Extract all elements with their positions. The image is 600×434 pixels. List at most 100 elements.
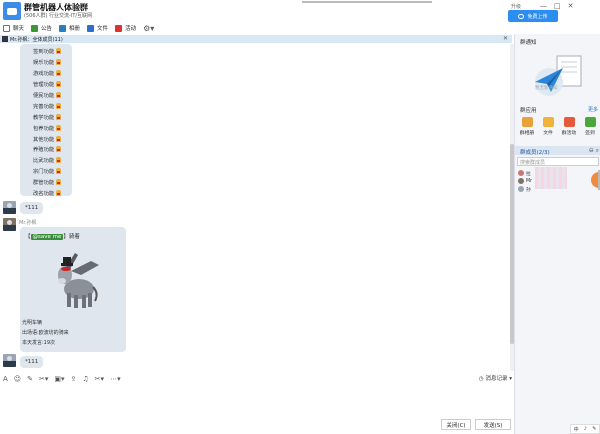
scissors-icon[interactable]: ✂▾ xyxy=(95,375,104,383)
tab-announce[interactable]: 公告 xyxy=(31,24,52,32)
list-item: 完善功能 xyxy=(33,100,68,111)
edit-icon[interactable] xyxy=(80,3,85,9)
emoji-icon xyxy=(56,92,62,98)
folder-icon xyxy=(87,24,95,32)
emoji-icon xyxy=(56,113,62,120)
avatar xyxy=(518,186,524,192)
emoji-icon xyxy=(56,168,62,175)
emoji-icon xyxy=(56,124,62,131)
message-input[interactable] xyxy=(0,386,512,416)
list-item: 其他功能 xyxy=(33,133,68,144)
list-item: 签到功能 xyxy=(33,46,68,57)
upgrade-menu[interactable]: 升级 xyxy=(511,3,521,10)
card-line-quote: 出场语:欧波坊的骑来 xyxy=(22,330,69,336)
avatar xyxy=(2,36,8,42)
more-icon[interactable]: ⋯▾ xyxy=(110,375,121,383)
window-tab-strip xyxy=(302,0,432,3)
screenshot-icon[interactable]: ✂▾ xyxy=(39,375,48,383)
list-item: 管理功能 xyxy=(33,79,68,90)
message-bubble: *111 xyxy=(20,202,44,214)
card-line-name: 光明车辆 xyxy=(22,320,43,326)
input-toolbar: A ☺ ✎ ✂▾ ▣▾ ⇪ ♫ ✂▾ ⋯▾ ◷ 消息记录 ▾ xyxy=(0,373,512,385)
blurred-member-names xyxy=(535,167,567,189)
window-controls: —□✕ xyxy=(540,2,581,10)
checkin-icon xyxy=(584,117,596,127)
pinned-notice[interactable]: Mr.孙枫：全体成员(11) ✕ xyxy=(0,35,512,43)
chat-messages[interactable]: 签到功能 娱乐功能 游戏功能 管理功能 便民功能 完善功能 教学功能 包养功能 … xyxy=(0,44,510,371)
sender-name[interactable]: Mr.孙枫 xyxy=(19,219,37,226)
title-bar: 群管机器人体验群 (506人群) 行业交流-IT/互联网 升级 —□✕ 免费上传 xyxy=(0,0,600,22)
font-icon[interactable]: A xyxy=(3,375,8,383)
activity-icon xyxy=(563,117,575,127)
mount-card-bubble: 【@save me 】骑着 光明车辆 出场语:欧波坊的骑来 本天发言:19次 xyxy=(20,227,126,352)
avatar[interactable] xyxy=(3,201,16,214)
member-search-input[interactable]: 搜索群成员 xyxy=(517,157,599,166)
app-checkin[interactable]: 签到 xyxy=(580,117,600,136)
mention-tag[interactable]: @save me xyxy=(30,234,64,240)
emoji-icon xyxy=(56,59,62,66)
announce-icon xyxy=(31,24,39,32)
flag-icon xyxy=(115,24,123,32)
tab-chat[interactable]: 聊天 xyxy=(3,24,24,32)
group-subtitle: (506人群) 行业交流-IT/互联网 xyxy=(24,13,93,19)
emoji-icon xyxy=(56,70,62,77)
cloud-icon xyxy=(518,13,525,19)
group-avatar[interactable] xyxy=(3,2,21,20)
list-item: 教学功能 xyxy=(33,111,68,122)
search-icon[interactable]: ⊖ ⌕ xyxy=(589,147,599,155)
emoji-icon xyxy=(56,102,62,109)
folder-icon xyxy=(542,117,554,127)
close-icon[interactable]: ✕ xyxy=(568,2,581,10)
tab-album[interactable]: 相册 xyxy=(59,24,80,32)
apps-panel-title: 群应用 xyxy=(520,108,537,114)
emoji-icon xyxy=(56,157,62,164)
tab-files[interactable]: 文件 xyxy=(87,24,108,32)
minimize-icon[interactable]: — xyxy=(540,2,554,10)
notice-empty-text: 暂无新通知 xyxy=(535,86,558,91)
magic-wand-icon[interactable]: ✎ xyxy=(27,375,33,383)
app-album[interactable]: 群相册 xyxy=(517,117,537,136)
album-icon xyxy=(59,24,67,32)
close-icon[interactable]: ✕ xyxy=(503,35,508,42)
history-button[interactable]: ◷ 消息记录 ▾ xyxy=(479,374,512,382)
chat-icon xyxy=(3,24,10,32)
group-toolbar: 聊天 公告 相册 文件 活动 ⚙▾ xyxy=(0,22,510,34)
avatar[interactable] xyxy=(3,354,16,367)
avatar[interactable] xyxy=(3,218,16,231)
upload-icon[interactable]: ⇪ xyxy=(71,375,77,383)
avatar xyxy=(518,170,524,176)
gear-icon[interactable]: ⚙▾ xyxy=(143,24,154,33)
paper-plane-icon xyxy=(535,55,582,96)
send-button[interactable]: 发送(S) xyxy=(475,419,511,430)
close-button[interactable]: 关闭(C) xyxy=(441,419,471,430)
emoji-icon xyxy=(56,190,62,197)
member-row[interactable]: 孙 xyxy=(518,185,531,193)
list-item: 游戏功能 xyxy=(33,68,68,79)
avatar xyxy=(518,178,524,184)
notice-panel-title: 群通知 xyxy=(520,40,537,46)
apps-more-link[interactable]: 更多 xyxy=(588,106,598,113)
menu-message-bubble: 签到功能 娱乐功能 游戏功能 管理功能 便民功能 完善功能 教学功能 包养功能 … xyxy=(20,44,72,197)
upload-button[interactable]: 免费上传 xyxy=(508,10,558,22)
card-line-count: 本天发言:19次 xyxy=(22,340,56,346)
tab-activity[interactable]: 活动 xyxy=(115,24,136,32)
app-activity[interactable]: 群活动 xyxy=(559,117,579,136)
donkey-image xyxy=(58,253,99,308)
list-item: 比武功能 xyxy=(33,155,68,166)
ime-status-bar[interactable]: 中 ♪ ✎ xyxy=(570,424,600,434)
emoji-icon xyxy=(56,81,62,88)
app-files[interactable]: 文件 xyxy=(538,117,558,136)
list-item: 群管功能 xyxy=(33,177,68,188)
emoji-icon[interactable]: ☺ xyxy=(14,375,21,383)
member-row[interactable]: Mr xyxy=(518,177,532,185)
music-icon[interactable]: ♫ xyxy=(82,375,88,383)
right-sidebar: 群通知 暂无新通知 群应用 更多 群相册 文件 群活动 签到 群成员(2/3) ⊖… xyxy=(514,34,600,434)
album-icon xyxy=(521,117,533,127)
members-header[interactable]: 群成员(2/3) ⊖ ⌕ xyxy=(515,146,600,156)
emoji-icon xyxy=(56,135,62,142)
emoji-icon xyxy=(56,179,62,186)
list-item: 便民功能 xyxy=(33,90,68,101)
maximize-icon[interactable]: □ xyxy=(554,2,568,10)
image-icon[interactable]: ▣▾ xyxy=(54,375,64,383)
member-row[interactable]: 拉 xyxy=(518,169,531,177)
